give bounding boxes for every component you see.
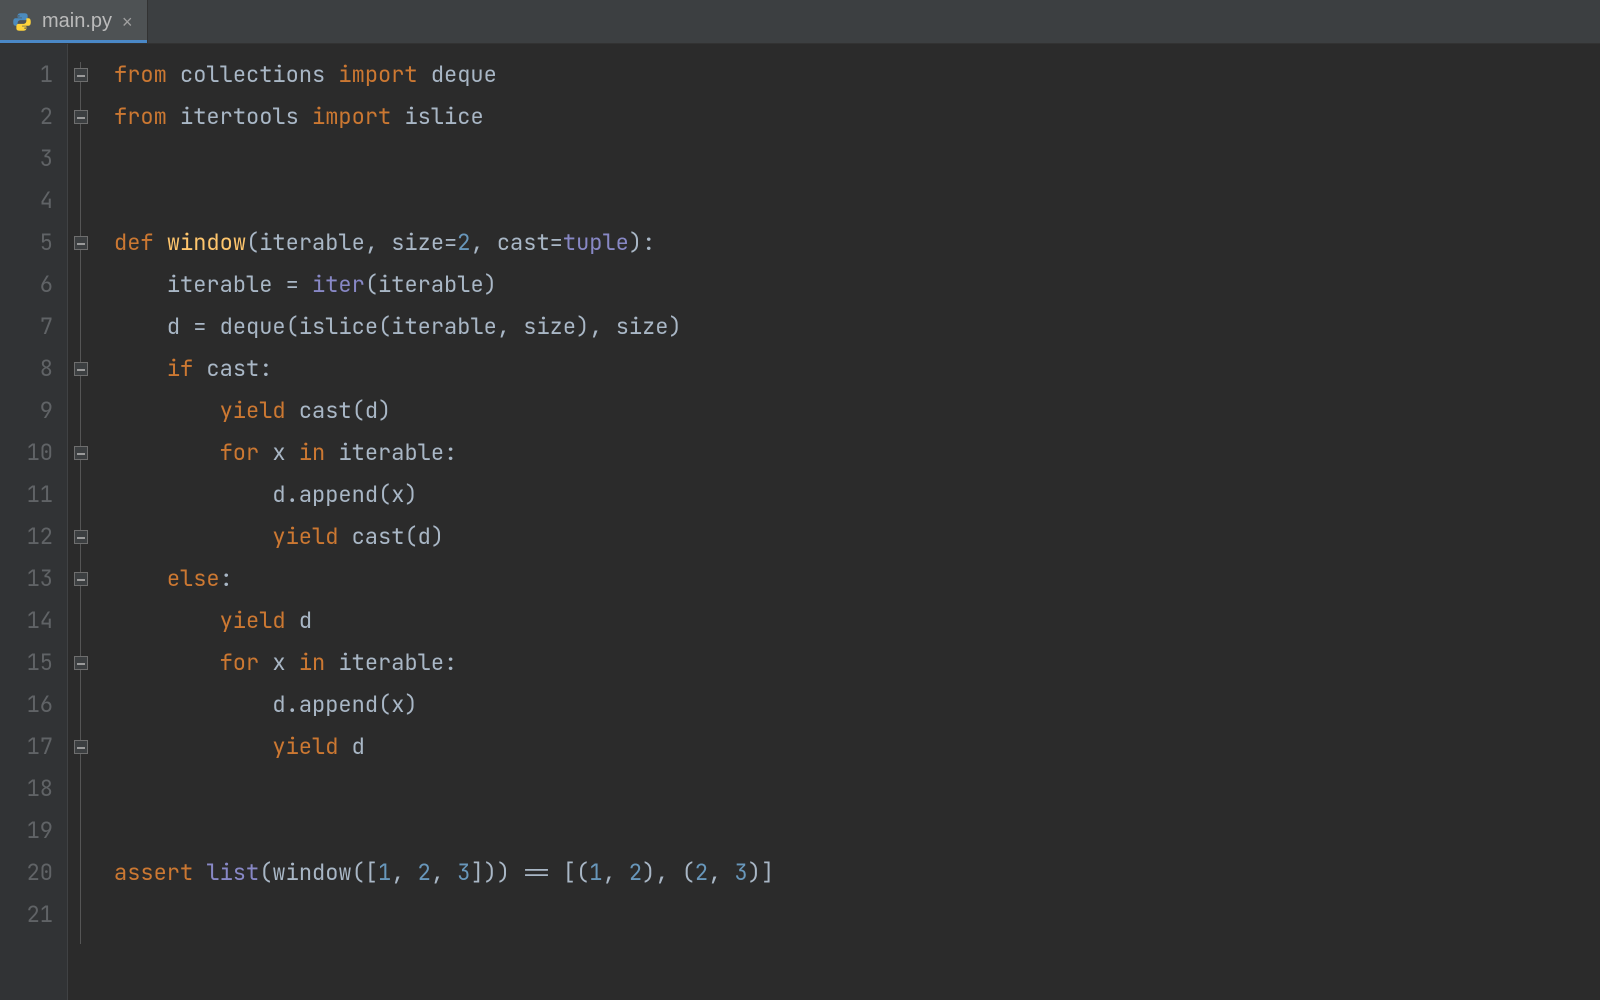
line-number: 7 bbox=[0, 306, 53, 348]
fold-toggle-icon[interactable] bbox=[74, 446, 88, 460]
line-number: 4 bbox=[0, 180, 53, 222]
fold-toggle-icon[interactable] bbox=[74, 362, 88, 376]
code-line[interactable]: else: bbox=[114, 558, 1600, 600]
code-line[interactable]: for x in iterable: bbox=[114, 642, 1600, 684]
line-number: 9 bbox=[0, 390, 53, 432]
code-line[interactable] bbox=[114, 894, 1600, 936]
code-line[interactable]: d.append(x) bbox=[114, 474, 1600, 516]
line-number: 19 bbox=[0, 810, 53, 852]
line-number: 6 bbox=[0, 264, 53, 306]
line-number: 16 bbox=[0, 684, 53, 726]
python-file-icon bbox=[12, 12, 32, 32]
code-line[interactable]: iterable = iter(iterable) bbox=[114, 264, 1600, 306]
line-number-gutter: 123456789101112131415161718192021 bbox=[0, 44, 68, 1000]
line-number: 2 bbox=[0, 96, 53, 138]
code-line[interactable]: d.append(x) bbox=[114, 684, 1600, 726]
line-number: 8 bbox=[0, 348, 53, 390]
line-number: 15 bbox=[0, 642, 53, 684]
code-line[interactable] bbox=[114, 810, 1600, 852]
code-line[interactable]: def window(iterable, size=2, cast=tuple)… bbox=[114, 222, 1600, 264]
tab-bar: main.py × bbox=[0, 0, 1600, 44]
code-line[interactable]: for x in iterable: bbox=[114, 432, 1600, 474]
code-line[interactable] bbox=[114, 768, 1600, 810]
fold-toggle-icon[interactable] bbox=[74, 656, 88, 670]
code-area[interactable]: from collections import dequefrom iterto… bbox=[96, 44, 1600, 1000]
line-number: 1 bbox=[0, 54, 53, 96]
fold-toggle-icon[interactable] bbox=[74, 236, 88, 250]
line-number: 13 bbox=[0, 558, 53, 600]
fold-column[interactable] bbox=[68, 44, 96, 1000]
editor[interactable]: 123456789101112131415161718192021 from c… bbox=[0, 44, 1600, 1000]
fold-toggle-icon[interactable] bbox=[74, 572, 88, 586]
tab-filename: main.py bbox=[42, 10, 112, 33]
code-line[interactable]: assert list(window([1, 2, 3])) == [(1, 2… bbox=[114, 852, 1600, 894]
code-line[interactable] bbox=[114, 180, 1600, 222]
fold-toggle-icon[interactable] bbox=[74, 68, 88, 82]
code-line[interactable]: yield cast(d) bbox=[114, 390, 1600, 432]
line-number: 17 bbox=[0, 726, 53, 768]
code-line[interactable]: yield d bbox=[114, 600, 1600, 642]
line-number: 5 bbox=[0, 222, 53, 264]
line-number: 21 bbox=[0, 894, 53, 936]
close-icon[interactable]: × bbox=[122, 13, 133, 31]
code-line[interactable]: if cast: bbox=[114, 348, 1600, 390]
code-line[interactable]: yield cast(d) bbox=[114, 516, 1600, 558]
code-line[interactable]: yield d bbox=[114, 726, 1600, 768]
tab-main-py[interactable]: main.py × bbox=[0, 0, 148, 43]
line-number: 11 bbox=[0, 474, 53, 516]
line-number: 3 bbox=[0, 138, 53, 180]
fold-toggle-icon[interactable] bbox=[74, 110, 88, 124]
line-number: 10 bbox=[0, 432, 53, 474]
fold-toggle-icon[interactable] bbox=[74, 530, 88, 544]
line-number: 18 bbox=[0, 768, 53, 810]
fold-toggle-icon[interactable] bbox=[74, 740, 88, 754]
code-line[interactable]: d = deque(islice(iterable, size), size) bbox=[114, 306, 1600, 348]
line-number: 20 bbox=[0, 852, 53, 894]
line-number: 14 bbox=[0, 600, 53, 642]
code-line[interactable]: from itertools import islice bbox=[114, 96, 1600, 138]
line-number: 12 bbox=[0, 516, 53, 558]
code-line[interactable]: from collections import deque bbox=[114, 54, 1600, 96]
code-line[interactable] bbox=[114, 138, 1600, 180]
